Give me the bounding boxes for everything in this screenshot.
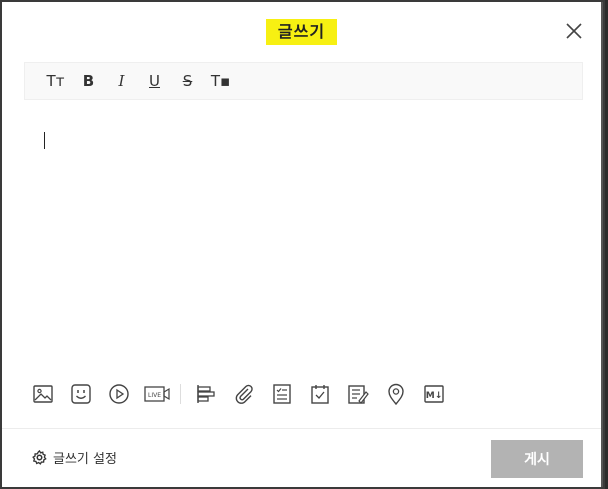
close-icon[interactable] — [563, 20, 585, 42]
location-icon[interactable] — [377, 376, 415, 412]
checklist-icon[interactable] — [263, 376, 301, 412]
editor-area[interactable] — [24, 112, 583, 362]
insert-toolbar: LIVE M↓ — [24, 376, 453, 412]
settings-label: 글쓰기 설정 — [53, 452, 117, 467]
attach-icon[interactable] — [225, 376, 263, 412]
live-label: LIVE — [148, 392, 161, 399]
footer-divider — [2, 428, 601, 429]
video-icon[interactable] — [100, 376, 138, 412]
live-icon[interactable]: LIVE — [138, 376, 176, 412]
dialog-title: 글쓰기 — [265, 19, 338, 45]
image-icon[interactable] — [24, 376, 62, 412]
italic-button[interactable]: I — [105, 66, 138, 96]
dialog-header: 글쓰기 — [2, 19, 601, 45]
font-size-icon: Tт — [46, 72, 65, 90]
markdown-icon[interactable]: M↓ — [415, 376, 453, 412]
emoji-icon[interactable] — [62, 376, 100, 412]
clear-format-button[interactable]: T▪ — [204, 66, 237, 96]
post-button[interactable]: 게시 — [491, 440, 583, 478]
calendar-icon[interactable] — [301, 376, 339, 412]
gear-icon — [32, 450, 47, 465]
toolbar-divider — [180, 384, 181, 404]
bold-button[interactable]: B — [72, 66, 105, 96]
bold-icon: B — [82, 72, 95, 90]
underline-icon: U — [149, 72, 160, 90]
text-caret — [44, 132, 45, 149]
font-size-button[interactable]: Tт — [39, 66, 72, 96]
poll-icon[interactable] — [339, 376, 377, 412]
markdown-label: M↓ — [426, 391, 443, 401]
compose-settings-link[interactable]: 글쓰기 설정 — [32, 448, 117, 467]
compose-dialog: 글쓰기 Tт B I U S T▪ LIVE M↓ 글쓰기 설정 게시 — [2, 2, 603, 487]
strikethrough-button[interactable]: S — [171, 66, 204, 96]
underline-button[interactable]: U — [138, 66, 171, 96]
clear-format-icon: T▪ — [210, 72, 231, 90]
italic-icon: I — [118, 72, 125, 90]
format-toolbar: Tт B I U S T▪ — [24, 62, 583, 100]
strikethrough-icon: S — [182, 72, 193, 90]
align-icon[interactable] — [187, 376, 225, 412]
